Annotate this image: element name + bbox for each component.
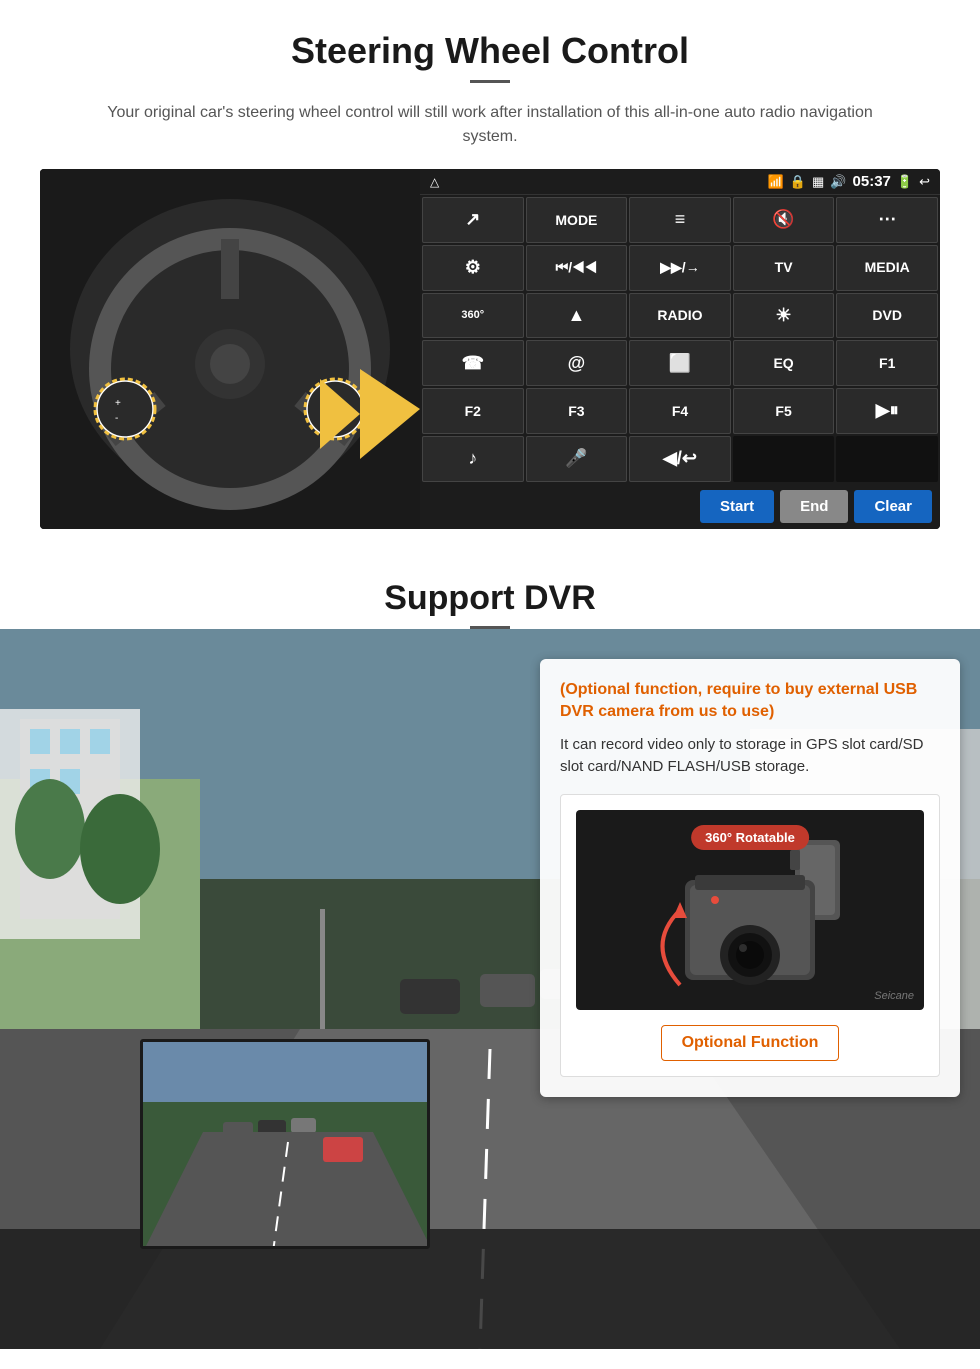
tv-btn[interactable]: TV bbox=[733, 245, 835, 291]
dvr-background-image: (Optional function, require to buy exter… bbox=[0, 629, 980, 1349]
settings-btn[interactable]: ⚙ bbox=[422, 245, 524, 291]
menu-btn[interactable]: ≡ bbox=[629, 197, 731, 243]
steering-wheel-image: + - ○ bbox=[40, 169, 420, 529]
ui-time-display: 05:37 bbox=[853, 173, 891, 190]
f5-btn[interactable]: F5 bbox=[733, 388, 835, 434]
title-underline bbox=[470, 80, 510, 83]
radio-btn[interactable]: RADIO bbox=[629, 293, 731, 339]
optional-function-label: Optional Function bbox=[661, 1025, 840, 1061]
cam360-btn[interactable]: 360° bbox=[422, 293, 524, 339]
phone-btn[interactable]: ☎ bbox=[422, 340, 524, 386]
dvr-info-card: (Optional function, require to buy exter… bbox=[540, 659, 960, 1097]
section-description: Your original car's steering wheel contr… bbox=[90, 101, 890, 149]
optional-warning-text: (Optional function, require to buy exter… bbox=[560, 679, 940, 724]
empty2-btn bbox=[836, 436, 938, 482]
music-btn[interactable]: ♪ bbox=[422, 436, 524, 482]
wifi-icon: 📶 bbox=[768, 174, 784, 190]
back-icon: ↩ bbox=[919, 174, 930, 190]
prev-btn[interactable]: ⏮/◀◀ bbox=[526, 245, 628, 291]
dvr-description-text: It can record video only to storage in G… bbox=[560, 734, 940, 779]
dvr-title: Support DVR bbox=[0, 579, 980, 618]
dvd-btn[interactable]: DVD bbox=[836, 293, 938, 339]
ui-top-right-info: 📶 🔒 ▦ 🔊 05:37 🔋 ↩ bbox=[768, 173, 930, 190]
empty1-btn bbox=[733, 436, 835, 482]
ui-panel: △ 📶 🔒 ▦ 🔊 05:37 🔋 ↩ ↗ MODE ≡ 🔇 bbox=[420, 169, 940, 529]
lock-icon: 🔒 bbox=[790, 174, 806, 190]
svg-text:+: + bbox=[115, 398, 121, 409]
f3-btn[interactable]: F3 bbox=[526, 388, 628, 434]
home-icon: △ bbox=[430, 175, 439, 189]
f4-btn[interactable]: F4 bbox=[629, 388, 731, 434]
rotatable-badge: 360° Rotatable bbox=[691, 825, 809, 850]
dvr-camera-box: 360° Rotatable bbox=[560, 794, 940, 1077]
ui-button-grid: ↗ MODE ≡ 🔇 ⋯ ⚙ ⏮/◀◀ ▶▶/→ TV MEDIA 360° ▲… bbox=[420, 195, 940, 484]
brightness-btn[interactable]: ☀ bbox=[733, 293, 835, 339]
next-btn[interactable]: ▶▶/→ bbox=[629, 245, 731, 291]
swc-content-area: + - ○ △ bbox=[40, 169, 940, 529]
ui-top-left-icons: △ bbox=[430, 175, 439, 189]
apps-btn[interactable]: ⋯ bbox=[836, 197, 938, 243]
audio-icon: 🔊 bbox=[830, 174, 846, 190]
start-button[interactable]: Start bbox=[700, 490, 774, 523]
mode-btn[interactable]: MODE bbox=[526, 197, 628, 243]
dvr-section: Support DVR bbox=[0, 549, 980, 1369]
back-btn[interactable]: ◀/↩ bbox=[629, 436, 731, 482]
nav-btn[interactable]: ↗ bbox=[422, 197, 524, 243]
f2-btn[interactable]: F2 bbox=[422, 388, 524, 434]
eject-btn[interactable]: ▲ bbox=[526, 293, 628, 339]
f1-btn[interactable]: F1 bbox=[836, 340, 938, 386]
wheel-background: + - ○ bbox=[40, 169, 420, 529]
dvr-content-area: (Optional function, require to buy exter… bbox=[0, 629, 980, 1349]
clear-button[interactable]: Clear bbox=[854, 490, 932, 523]
svg-text:-: - bbox=[115, 413, 118, 424]
mute-btn[interactable]: 🔇 bbox=[733, 197, 835, 243]
ui-top-bar: △ 📶 🔒 ▦ 🔊 05:37 🔋 ↩ bbox=[420, 169, 940, 195]
playpause-btn[interactable]: ▶⏸ bbox=[836, 388, 938, 434]
steering-wheel-section: Steering Wheel Control Your original car… bbox=[0, 0, 980, 549]
battery-icon: 🔋 bbox=[897, 174, 913, 190]
internet-btn[interactable]: @ bbox=[526, 340, 628, 386]
ui-bottom-bar: Start End Clear bbox=[420, 484, 940, 529]
dvr-camera-visual: 360° Rotatable bbox=[576, 810, 924, 1010]
dvr-thumbnail-inner bbox=[143, 1042, 427, 1246]
dvr-thumbnail-view bbox=[140, 1039, 430, 1249]
eq-btn[interactable]: EQ bbox=[733, 340, 835, 386]
page-title: Steering Wheel Control bbox=[40, 30, 940, 72]
end-button[interactable]: End bbox=[780, 490, 848, 523]
seicane-watermark: Seicane bbox=[874, 990, 914, 1002]
mic-btn[interactable]: 🎤 bbox=[526, 436, 628, 482]
sim-icon: ▦ bbox=[812, 174, 824, 190]
media-btn[interactable]: MEDIA bbox=[836, 245, 938, 291]
window-btn[interactable]: ⬜ bbox=[629, 340, 731, 386]
